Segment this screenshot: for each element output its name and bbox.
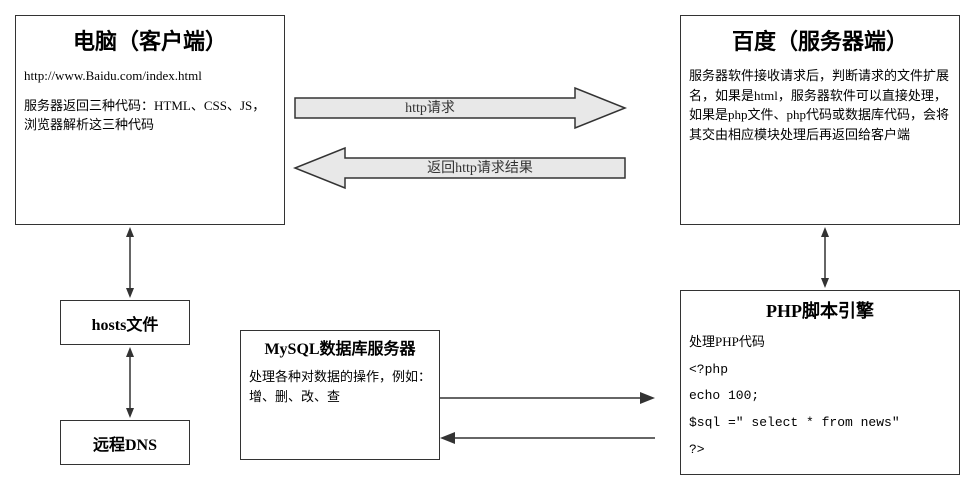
- hosts-dns-arrow: [120, 345, 140, 420]
- php-code-line1: <?php: [681, 357, 959, 384]
- client-title: 电脑（客户端）: [16, 16, 284, 61]
- client-box: 电脑（客户端） http://www.Baidu.com/index.html …: [15, 15, 285, 225]
- mysql-php-arrow: [440, 388, 655, 408]
- http-response-label: 返回http请求结果: [427, 160, 533, 176]
- client-desc: 服务器返回三种代码：HTML、CSS、JS，浏览器解析这三种代码: [16, 91, 284, 140]
- diagram: 电脑（客户端） http://www.Baidu.com/index.html …: [0, 0, 975, 500]
- server-title: 百度（服务器端）: [681, 16, 959, 61]
- dns-title: 远程DNS: [88, 427, 162, 458]
- http-response-arrow: 返回http请求结果: [295, 148, 625, 188]
- php-code-line2: echo 100;: [681, 383, 959, 410]
- server-php-arrow: [815, 225, 835, 290]
- mysql-title: MySQL数据库服务器: [241, 331, 439, 362]
- php-desc: 处理PHP代码: [681, 327, 959, 357]
- client-url: http://www.Baidu.com/index.html: [16, 61, 284, 91]
- dns-box: 远程DNS: [60, 420, 190, 465]
- server-desc: 服务器软件接收请求后，判断请求的文件扩展名，如果是html，服务器软件可以直接处…: [681, 61, 959, 149]
- mysql-box: MySQL数据库服务器 处理各种对数据的操作，例如：增、删、改、查: [240, 330, 440, 460]
- php-code-line4: ?>: [681, 437, 959, 464]
- http-request-arrow: http请求: [295, 88, 625, 128]
- php-code-line3: $sql =" select * from news": [681, 410, 959, 437]
- mysql-desc: 处理各种对数据的操作，例如：增、删、改、查: [241, 362, 439, 411]
- server-box: 百度（服务器端） 服务器软件接收请求后，判断请求的文件扩展名，如果是html，服…: [680, 15, 960, 225]
- hosts-box: hosts文件: [60, 300, 190, 345]
- php-box: PHP脚本引擎 处理PHP代码 <?php echo 100; $sql =" …: [680, 290, 960, 475]
- http-request-label: http请求: [405, 100, 455, 116]
- client-hosts-arrow: [120, 225, 140, 300]
- php-mysql-arrow: [440, 428, 655, 448]
- php-title: PHP脚本引擎: [681, 291, 959, 327]
- hosts-title: hosts文件: [87, 307, 164, 338]
